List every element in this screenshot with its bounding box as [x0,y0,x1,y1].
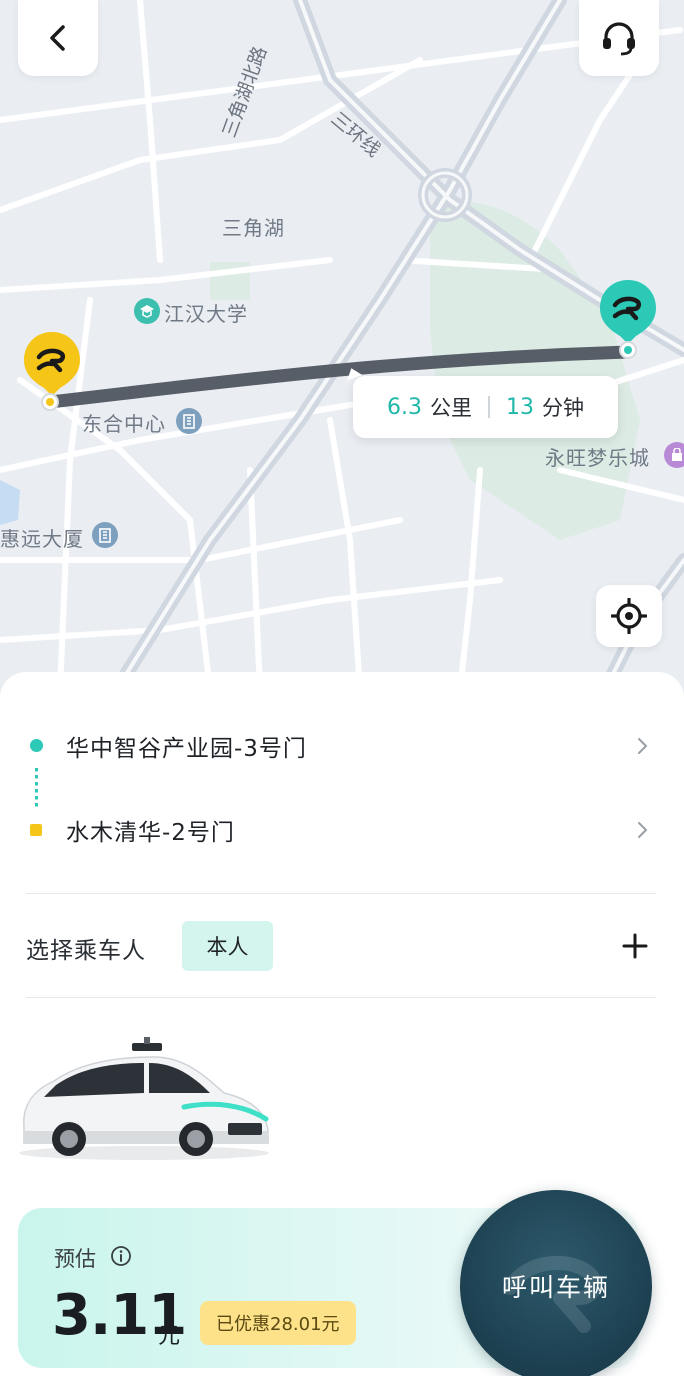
time-unit: 分钟 [542,396,584,420]
headset-icon [603,22,635,56]
map-label-building: 惠远大厦 [0,527,84,551]
info-icon[interactable] [110,1245,132,1267]
crosshair-icon [611,598,647,634]
plus-icon[interactable] [618,929,652,963]
robotaxi-car-image [19,1037,269,1160]
price-unit: 元 [158,1324,181,1349]
discount-badge: 已优惠28.01元 [200,1301,356,1345]
distance-value: 6.3 [387,394,422,420]
divider [26,893,656,894]
dropoff-row[interactable]: 水木清华-2号门 [0,800,684,860]
divider [26,997,656,998]
map-label-university: 江汉大学 [164,302,248,326]
time-value: 13 [506,394,534,420]
route-info-bubble: 6.3 公里 13 分钟 [353,376,618,438]
school-icon [134,298,160,324]
map-label-lake: 三角湖 [222,216,285,240]
pickup-marker[interactable] [22,330,82,414]
map-label-center: 东合中心 [82,412,166,436]
dropoff-address: 水木清华-2号门 [66,820,235,846]
chevron-right-icon [638,738,648,754]
call-vehicle-button[interactable]: 呼叫车辆 [460,1190,652,1376]
back-button[interactable] [18,0,98,76]
chevron-right-icon [638,822,648,838]
building-icon [176,408,202,434]
call-vehicle-label: 呼叫车辆 [501,1273,610,1302]
road-label-third-ring: 三环线 [326,107,385,162]
building-icon [92,522,118,548]
map-view[interactable]: 三角湖北路 三环线 三角湖 江汉大学 东合中心 永旺梦乐城 惠远大厦 6.3 公… [0,0,684,700]
passenger-chip-self[interactable]: 本人 [182,921,273,971]
pickup-address: 华中智谷产业园-3号门 [66,736,307,762]
map-label-mall: 永旺梦乐城 [545,446,650,470]
distance-unit: 公里 [430,396,472,420]
customer-service-button[interactable] [579,0,659,76]
chevron-left-icon [50,25,65,51]
road-label-sanjiaohu-north: 三角湖北路 [218,43,272,141]
passenger-label: 选择乘车人 [26,938,146,964]
estimate-label: 预估 [54,1247,96,1271]
locate-button[interactable] [596,585,662,647]
dropoff-square [30,824,42,836]
dropoff-marker[interactable] [598,278,658,362]
pickup-row[interactable]: 华中智谷产业园-3号门 [0,716,684,776]
bubble-divider [488,396,490,418]
shopping-bag-icon [664,442,684,468]
pickup-dot [30,739,43,752]
